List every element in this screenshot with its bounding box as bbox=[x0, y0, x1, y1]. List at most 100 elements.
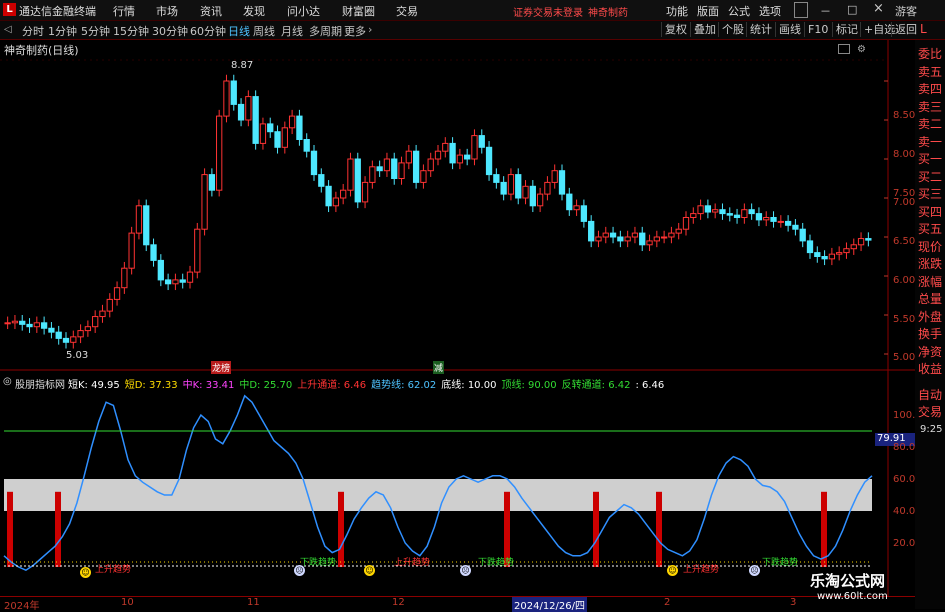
candle-body bbox=[55, 331, 62, 339]
candle-body bbox=[420, 170, 427, 183]
tf-timeshare[interactable]: 分时 bbox=[22, 23, 44, 39]
watermark-site: 乐淘公式网 bbox=[810, 572, 886, 590]
login-warning[interactable]: 证券交易未登录 bbox=[513, 4, 583, 19]
menu-discover[interactable]: 发现 bbox=[243, 3, 265, 19]
dragon-tiger-badge[interactable]: 龙榜 bbox=[211, 361, 232, 374]
price-label: 8.00 bbox=[893, 149, 916, 160]
price-label: 7.00 bbox=[893, 197, 916, 208]
signal-up: 上升趋势 bbox=[683, 565, 720, 575]
signal-up: 上升趋势 bbox=[394, 558, 431, 568]
side-toggle-icon[interactable]: L bbox=[920, 22, 927, 36]
candle-body bbox=[690, 213, 697, 219]
guest-label[interactable]: 游客 bbox=[895, 3, 917, 19]
menu-news[interactable]: 资讯 bbox=[200, 3, 222, 19]
candle-body bbox=[62, 337, 70, 343]
trade-label[interactable]: 交易 bbox=[918, 403, 942, 420]
menu-wealth[interactable]: 财富圈 bbox=[342, 3, 375, 19]
back-icon[interactable]: ◁ bbox=[4, 24, 12, 35]
candle-body bbox=[726, 213, 733, 216]
menu-formula[interactable]: 公式 bbox=[728, 3, 750, 19]
sidebar-item: 卖一 bbox=[918, 134, 943, 149]
candle-body bbox=[245, 96, 252, 121]
legend-entry: 中D: 25.70 bbox=[239, 380, 293, 391]
menu-options[interactable]: 选项 bbox=[759, 3, 781, 19]
menu-ask[interactable]: 问小达 bbox=[287, 3, 320, 19]
candle-body bbox=[11, 320, 19, 324]
menu-quotes[interactable]: 行情 bbox=[113, 3, 135, 19]
tf-multi[interactable]: 多周期 bbox=[309, 23, 342, 39]
candle-body bbox=[507, 174, 515, 195]
candle-body bbox=[274, 131, 281, 148]
tf-1min[interactable]: 1分钟 bbox=[48, 23, 77, 39]
candle-body bbox=[201, 174, 208, 230]
btn-stock[interactable]: 个股 bbox=[718, 22, 747, 37]
candle-body bbox=[471, 135, 478, 160]
btn-draw[interactable]: 画线 bbox=[775, 22, 804, 37]
sidebar-item: 卖四 bbox=[918, 82, 943, 96]
candle-body bbox=[777, 220, 784, 223]
candle-body bbox=[646, 240, 653, 246]
btn-overlay[interactable]: 叠加 bbox=[690, 22, 719, 37]
candle-body bbox=[398, 162, 405, 179]
auto-trade-label[interactable]: 自动 bbox=[918, 386, 942, 403]
signal-down: 下跌趋势 bbox=[762, 558, 799, 568]
candle-body bbox=[595, 236, 602, 242]
candle-body bbox=[821, 256, 828, 260]
sidebar-item: 卖三 bbox=[918, 99, 943, 114]
legend-entry: 反转通道: 6.42 bbox=[561, 380, 631, 391]
account-icon[interactable] bbox=[794, 2, 808, 18]
candle-body bbox=[551, 170, 558, 183]
candle-body bbox=[143, 205, 150, 246]
tf-more[interactable]: 更多 bbox=[344, 23, 366, 39]
candle-body bbox=[478, 135, 485, 148]
candle-body bbox=[449, 142, 456, 164]
tf-60min[interactable]: 60分钟 bbox=[190, 23, 226, 39]
price-label: 5.50 bbox=[893, 314, 916, 325]
candle-body bbox=[865, 238, 872, 241]
maximize-icon[interactable]: □ bbox=[847, 3, 857, 16]
signal-bar bbox=[55, 491, 61, 567]
indicator-toggle-icon[interactable]: ◎ bbox=[3, 376, 12, 387]
more-chevron-icon[interactable]: › bbox=[368, 23, 372, 36]
btn-stats[interactable]: 统计 bbox=[746, 22, 775, 37]
tf-monthly[interactable]: 月线 bbox=[281, 23, 303, 39]
candle-body bbox=[332, 197, 340, 207]
menu-trade[interactable]: 交易 bbox=[396, 3, 418, 19]
sidebar-item: 总量 bbox=[918, 292, 943, 306]
tf-15min[interactable]: 15分钟 bbox=[113, 23, 149, 39]
close-icon[interactable]: × bbox=[873, 1, 884, 16]
tf-5min[interactable]: 5分钟 bbox=[81, 23, 110, 39]
btn-back[interactable]: 返回 bbox=[891, 22, 920, 37]
candle-body bbox=[288, 115, 296, 129]
price-low-label: 5.03 bbox=[66, 350, 89, 361]
btn-adjust[interactable]: 复权 bbox=[661, 22, 690, 37]
menu-function[interactable]: 功能 bbox=[666, 3, 688, 19]
sidebar-item: 现价 bbox=[918, 239, 943, 254]
candles-group bbox=[4, 74, 872, 349]
tf-daily[interactable]: 日线 bbox=[228, 23, 250, 39]
tf-30min[interactable]: 30分钟 bbox=[152, 23, 188, 39]
candle-body bbox=[252, 96, 259, 144]
candle-body bbox=[391, 158, 398, 179]
btn-mark[interactable]: 标记 bbox=[832, 22, 861, 37]
app-title: 通达信金融终端 bbox=[19, 5, 96, 18]
menu-market[interactable]: 市场 bbox=[156, 3, 178, 19]
sidebar-item: 净资 bbox=[918, 344, 943, 359]
tf-weekly[interactable]: 周线 bbox=[253, 23, 275, 39]
candle-body bbox=[617, 236, 624, 242]
candle-body bbox=[70, 336, 77, 343]
candle-body bbox=[33, 322, 40, 328]
candle-body bbox=[573, 205, 580, 211]
reduce-badge[interactable]: 减 bbox=[433, 361, 445, 374]
candle-body bbox=[318, 174, 325, 187]
candle-body bbox=[814, 252, 821, 258]
chart-canvas[interactable] bbox=[0, 40, 915, 596]
candle-body bbox=[259, 123, 267, 144]
menu-layout[interactable]: 版面 bbox=[697, 3, 719, 19]
minimize-icon[interactable]: － bbox=[820, 3, 831, 19]
legend-entry: 趋势线: 62.02 bbox=[371, 380, 437, 391]
price-high-label: 8.87 bbox=[231, 60, 254, 71]
btn-f10[interactable]: F10 bbox=[804, 22, 831, 37]
candle-body bbox=[77, 330, 84, 338]
indicator-name[interactable]: 股朋指标网 bbox=[15, 376, 65, 391]
